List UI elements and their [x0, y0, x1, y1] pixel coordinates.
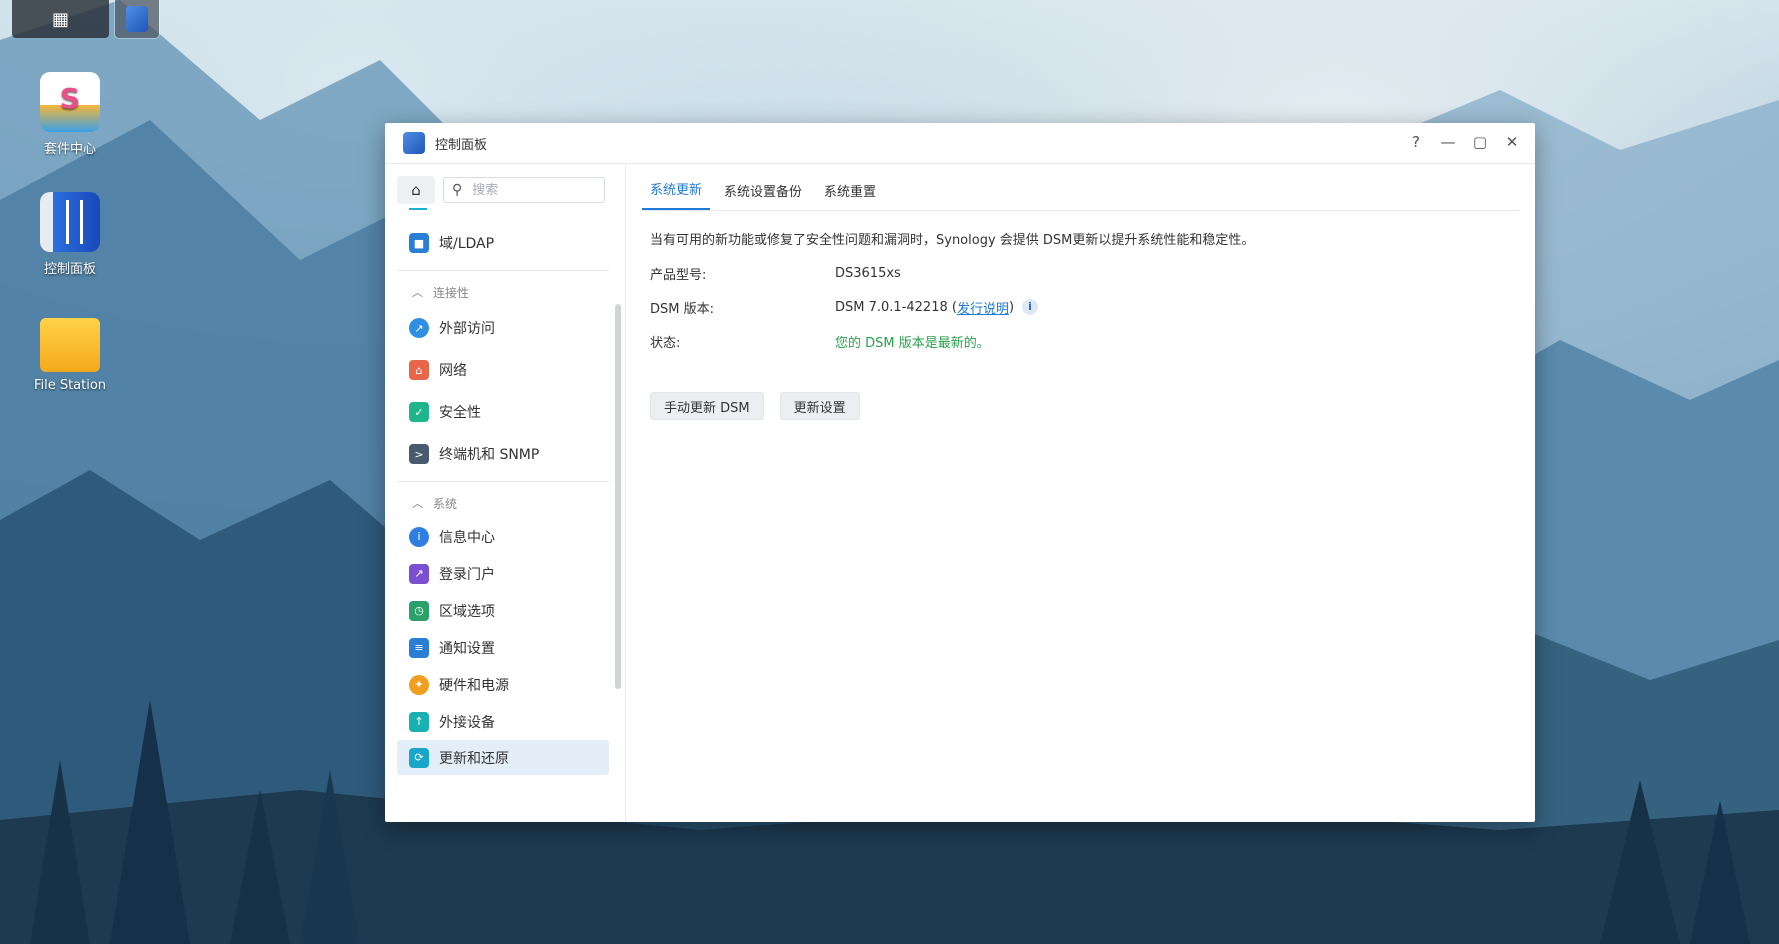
model-label: 产品型号: [650, 267, 707, 283]
status-value: 您的 DSM 版本是最新的。 [835, 335, 990, 351]
version-suffix: ) [1008, 299, 1015, 315]
desktop-icon-package-center[interactable]: S 套件中心 [15, 72, 125, 157]
login-portal-icon: ↗ [409, 563, 429, 584]
version-label: DSM 版本: [650, 301, 714, 317]
sidebar-item-hardware-power[interactable]: ✦ 硬件和电源 [385, 666, 609, 703]
network-icon: ⌂ [409, 360, 429, 380]
sidebar-item-label: 更新和还原 [439, 750, 509, 767]
regional-options-icon: ◷ [409, 600, 429, 621]
sidebar-item-external-devices[interactable]: ↑ 外接设备 [385, 703, 609, 740]
sidebar-item-info-center[interactable]: i 信息中心 [385, 518, 609, 555]
update-description: 当有可用的新功能或修复了安全性问题和漏洞时，Synology 会提供 DSM更新… [650, 233, 1255, 248]
window-titlebar[interactable]: 控制面板 ? — ▢ ✕ [385, 123, 1535, 164]
maximize-button[interactable]: ▢ [1471, 133, 1489, 151]
domain-ldap-icon: ■ [409, 233, 429, 253]
sidebar-section-system[interactable]: ︿ 系统 [385, 488, 609, 518]
sidebar-divider [397, 481, 609, 482]
sidebar-item-label: 硬件和电源 [439, 677, 509, 694]
control-panel-icon [126, 6, 148, 32]
control-panel-window: 控制面板 ? — ▢ ✕ ⌂ ⚲ ■ 域/LDAP ︿ [385, 123, 1535, 822]
release-notes-link[interactable]: 发行说明 [957, 298, 1009, 317]
chevron-up-icon: ︿ [412, 497, 423, 510]
sidebar-item-terminal-snmp[interactable]: > 终端机和 SNMP [385, 433, 609, 475]
tab-config-backup[interactable]: 系统设置备份 [716, 181, 810, 210]
search-box: ⚲ [443, 177, 605, 203]
grid-icon: ▦ [51, 8, 69, 30]
update-settings-button[interactable]: 更新设置 [779, 392, 860, 420]
sidebar-item-label: 安全性 [439, 405, 481, 421]
model-row: 产品型号: DS3615xs [650, 264, 1519, 283]
status-row: 状态: 您的 DSM 版本是最新的。 [650, 332, 1519, 351]
status-label: 状态: [650, 335, 681, 351]
home-icon: ⌂ [411, 181, 421, 199]
folder-icon [40, 318, 100, 372]
notification-icon: ≡ [409, 637, 429, 658]
sidebar-section-title: 系统 [433, 496, 458, 511]
control-panel-icon [40, 192, 100, 252]
sidebar-item-update-restore[interactable]: ⟳ 更新和还原 [397, 740, 609, 775]
sidebar-item-notification[interactable]: ≡ 通知设置 [385, 629, 609, 666]
model-value: DS3615xs [835, 265, 901, 281]
sidebar-item-label: 终端机和 SNMP [439, 447, 540, 463]
search-icon: ⚲ [452, 182, 463, 198]
close-button[interactable]: ✕ [1503, 133, 1521, 151]
sidebar-item-label: 域/LDAP [439, 236, 495, 252]
sidebar-item-label: 信息中心 [439, 529, 495, 546]
sidebar-item-label: 外部访问 [439, 321, 495, 337]
desktop-icon-label: 控制面板 [43, 262, 96, 277]
desktop-icon-file-station[interactable]: File Station [15, 312, 125, 393]
sidebar-list: ■ 域/LDAP ︿ 连接性 ↗ 外部访问 ⌂ 网络 ✓ 安全性 > 终端机和 … [385, 222, 609, 775]
version-value: DSM 7.0.1-42218 ( [835, 299, 957, 315]
sidebar-item-label: 通知设置 [439, 640, 495, 657]
main-panel: 系统更新 系统设置备份 系统重置 当有可用的新功能或修复了安全性问题和漏洞时，S… [626, 164, 1535, 822]
tab-system-update[interactable]: 系统更新 [642, 179, 711, 210]
taskbar: ▦ [12, 0, 160, 39]
sidebar-item-label: 区域选项 [439, 603, 495, 620]
main-menu-button[interactable]: ▦ [12, 0, 109, 38]
sidebar-item-login-portal[interactable]: ↗ 登录门户 [385, 555, 609, 592]
chevron-up-icon: ︿ [412, 286, 423, 299]
desktop-icon-control-panel[interactable]: 控制面板 [15, 192, 125, 277]
desktop-icon-label: 套件中心 [43, 142, 96, 157]
bulb-icon: ✦ [409, 674, 429, 695]
sidebar-divider [397, 270, 609, 271]
sidebar-item-label: 登录门户 [439, 566, 495, 583]
terminal-icon: > [409, 444, 429, 464]
manual-update-button[interactable]: 手动更新 DSM [650, 392, 764, 420]
desktop-icon-label: File Station [33, 378, 107, 393]
package-center-icon: S [40, 72, 100, 132]
taskbar-control-panel-button[interactable] [114, 0, 160, 39]
window-title: 控制面板 [435, 137, 488, 153]
help-button[interactable]: ? [1407, 133, 1425, 151]
sidebar: ⌂ ⚲ ■ 域/LDAP ︿ 连接性 ↗ 外部访问 ⌂ 网络 [385, 164, 626, 822]
sidebar-item-label: 外接设备 [439, 714, 495, 731]
sidebar-scrollbar[interactable] [615, 304, 621, 689]
tab-bar: 系统更新 系统设置备份 系统重置 [642, 164, 1519, 211]
sidebar-item-regional-options[interactable]: ◷ 区域选项 [385, 592, 609, 629]
sidebar-item-security[interactable]: ✓ 安全性 [385, 391, 609, 433]
info-center-icon: i [409, 526, 429, 547]
sidebar-item-domain-ldap[interactable]: ■ 域/LDAP [385, 222, 609, 264]
sidebar-item-network[interactable]: ⌂ 网络 [385, 349, 609, 391]
sidebar-section-connectivity[interactable]: ︿ 连接性 [385, 277, 609, 307]
home-button[interactable]: ⌂ [397, 176, 435, 210]
external-device-icon: ↑ [409, 711, 429, 732]
version-row: DSM 版本: DSM 7.0.1-42218 (发行说明) i [650, 298, 1519, 317]
sidebar-item-label: 网络 [439, 363, 467, 379]
control-panel-icon [403, 132, 425, 154]
sidebar-item-external-access[interactable]: ↗ 外部访问 [385, 307, 609, 349]
sidebar-section-title: 连接性 [433, 285, 470, 300]
update-restore-icon: ⟳ [409, 747, 429, 768]
external-access-icon: ↗ [409, 318, 429, 338]
tab-system-reset[interactable]: 系统重置 [816, 181, 884, 210]
minimize-button[interactable]: — [1439, 133, 1457, 151]
action-buttons: 手动更新 DSM 更新设置 [650, 392, 1519, 420]
search-input[interactable] [470, 181, 585, 199]
info-icon[interactable]: i [1022, 299, 1039, 315]
shield-icon: ✓ [409, 402, 429, 422]
